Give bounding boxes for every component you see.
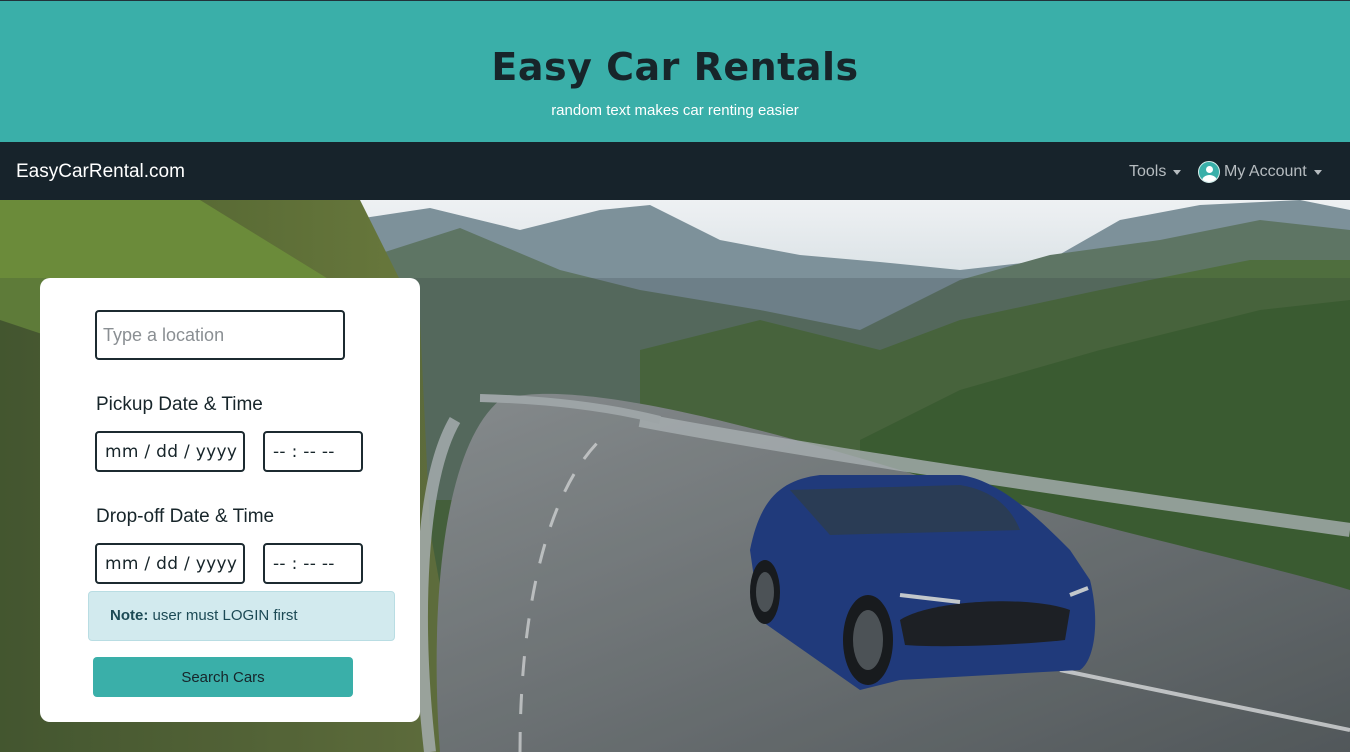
search-cars-button[interactable]: Search Cars <box>93 657 353 697</box>
tools-label: Tools <box>1129 163 1167 180</box>
location-input[interactable] <box>95 310 345 360</box>
pickup-time-input[interactable]: -- : -- -- <box>263 431 363 472</box>
caret-down-icon <box>1173 169 1182 175</box>
dropoff-time-input[interactable]: -- : -- -- <box>263 543 363 584</box>
site-title: Easy Car Rentals <box>491 45 859 89</box>
dropoff-label: Drop-off Date & Time <box>96 506 275 527</box>
note-prefix: Note: <box>110 607 149 624</box>
brand-link[interactable]: EasyCarRental.com <box>16 161 185 183</box>
pickup-date-input[interactable]: mm / dd / yyyy <box>95 431 245 472</box>
dropoff-date-input[interactable]: mm / dd / yyyy <box>95 543 245 584</box>
my-account-dropdown[interactable]: My Account <box>1198 161 1322 183</box>
login-note: Note: user must LOGIN first <box>88 591 395 641</box>
pickup-label: Pickup Date & Time <box>96 394 263 415</box>
hero-header: Easy Car Rentals random text makes car r… <box>0 0 1350 142</box>
site-subtitle: random text makes car renting easier <box>551 102 799 119</box>
caret-down-icon <box>1313 169 1322 175</box>
tools-dropdown[interactable]: Tools <box>1129 163 1182 181</box>
navbar: EasyCarRental.com Tools My Account <box>0 142 1350 200</box>
my-account-label: My Account <box>1224 163 1307 180</box>
search-card: Pickup Date & Time mm / dd / yyyy -- : -… <box>40 278 420 722</box>
note-text: user must LOGIN first <box>152 607 298 624</box>
user-avatar-icon <box>1198 161 1220 183</box>
